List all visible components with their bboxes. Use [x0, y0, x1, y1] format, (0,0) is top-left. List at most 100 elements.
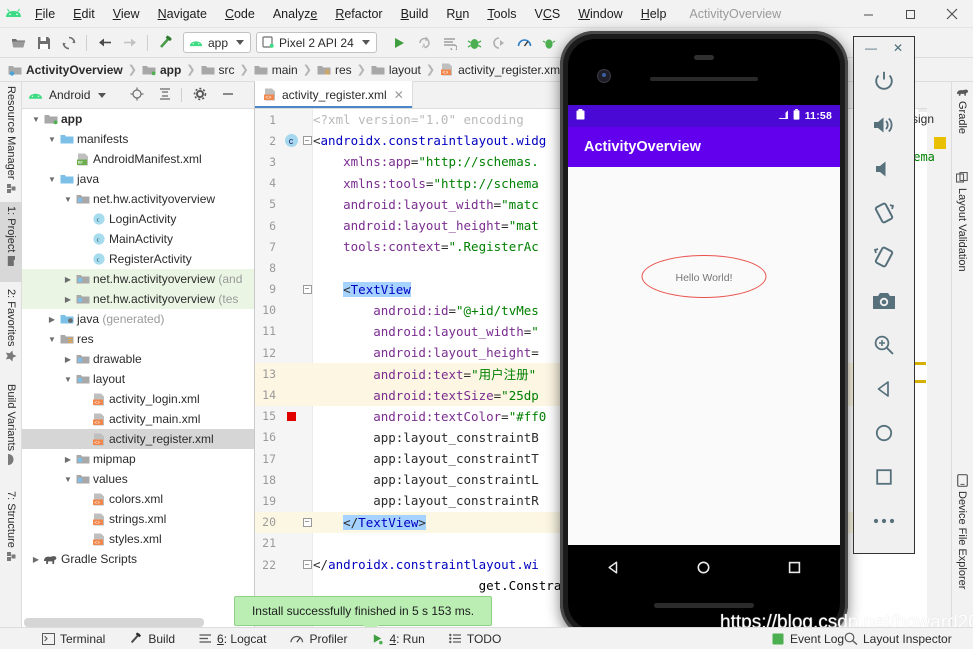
menu-refactor[interactable]: Refactor: [326, 0, 391, 28]
tree-row[interactable]: <> styles.xml: [22, 529, 254, 549]
menu-tools[interactable]: Tools: [478, 0, 525, 28]
tree-expand-arrow[interactable]: ▶: [62, 455, 74, 464]
tree-expand-arrow[interactable]: ▼: [46, 175, 58, 184]
back-triangle-icon[interactable]: [606, 560, 621, 578]
status-item-profiler[interactable]: Profiler: [278, 632, 359, 646]
project-tree[interactable]: ▼ app ▼ manifests MF AndroidManifest.xml ▼ java…: [22, 109, 254, 613]
profiler-icon[interactable]: [512, 30, 537, 56]
sidebar-item-device-file-explorer[interactable]: Device File Explorer: [951, 470, 973, 620]
tree-expand-arrow[interactable]: ▶: [62, 355, 74, 364]
tree-row[interactable]: ▼ manifests: [22, 129, 254, 149]
status-item-todo[interactable]: TODO: [437, 632, 513, 646]
sidebar-item-gradle[interactable]: Gradle: [951, 84, 973, 158]
collapse-all-icon[interactable]: [158, 87, 172, 104]
code-fold-toggle[interactable]: −: [302, 284, 312, 294]
locate-icon[interactable]: [130, 87, 144, 104]
tree-row[interactable]: <> activity_login.xml: [22, 389, 254, 409]
emulator-device-frame[interactable]: 11:58 ActivityOverview Hello World!: [560, 31, 848, 638]
sidebar-item-resource-manager[interactable]: Resource Manager: [0, 82, 22, 200]
tree-row[interactable]: ▼ layout: [22, 369, 254, 389]
breadcrumb-item-layout[interactable]: layout: [371, 63, 421, 77]
menu-analyze[interactable]: Analyze: [264, 0, 326, 28]
menu-help[interactable]: Help: [632, 0, 676, 28]
breadcrumb-item-src[interactable]: src: [201, 63, 235, 77]
tree-row[interactable]: c RegisterActivity: [22, 249, 254, 269]
device-selector[interactable]: Pixel 2 API 24: [256, 32, 377, 53]
maximize-button[interactable]: [889, 0, 931, 28]
tree-expand-arrow[interactable]: ▼: [62, 475, 74, 484]
code-fold-toggle[interactable]: −: [302, 136, 312, 146]
status-item-logcat[interactable]: 6: Logcat: [187, 632, 278, 646]
status-item-run[interactable]: 4: Run: [359, 632, 436, 646]
emulator-close-button[interactable]: ✕: [893, 41, 903, 55]
tree-row[interactable]: c LoginActivity: [22, 209, 254, 229]
tree-row[interactable]: <> strings.xml: [22, 509, 254, 529]
tree-expand-arrow[interactable]: ▼: [62, 375, 74, 384]
tree-row[interactable]: ▼ app: [22, 109, 254, 129]
more-ellipsis-icon[interactable]: [853, 499, 915, 543]
module-selector[interactable]: app: [183, 32, 252, 53]
sidebar-item-favorites[interactable]: 2: Favorites: [0, 285, 22, 377]
rerun-icon[interactable]: [437, 30, 462, 56]
menu-vcs[interactable]: VCS: [526, 0, 570, 28]
menu-navigate[interactable]: Navigate: [149, 0, 216, 28]
menu-build[interactable]: Build: [392, 0, 438, 28]
emulator-minimize-button[interactable]: —: [865, 41, 877, 55]
tree-row[interactable]: ▼ values: [22, 469, 254, 489]
tree-row[interactable]: ▶ mipmap: [22, 449, 254, 469]
tree-row[interactable]: <> activity_main.xml: [22, 409, 254, 429]
breadcrumb-item-res[interactable]: res: [317, 63, 352, 77]
breakpoint-icon[interactable]: [286, 411, 296, 421]
warning-marker-2[interactable]: [915, 380, 926, 383]
app-content-area[interactable]: Hello World!: [568, 167, 840, 545]
close-button[interactable]: [931, 0, 973, 28]
forward-arrow-icon[interactable]: [117, 30, 142, 56]
tree-expand-arrow[interactable]: ▶: [62, 295, 74, 304]
menu-edit[interactable]: Edit: [64, 0, 104, 28]
sidebar-item-build-variants[interactable]: Build Variants: [0, 380, 22, 484]
overview-square-icon-2[interactable]: [853, 455, 915, 499]
back-triangle-icon-2[interactable]: [853, 367, 915, 411]
status-item-terminal[interactable]: Terminal: [30, 632, 117, 646]
editor-marker-track[interactable]: [914, 109, 927, 627]
android-navigation-bar[interactable]: [568, 545, 840, 593]
status-item-build[interactable]: Build: [117, 632, 187, 646]
hide-icon[interactable]: [221, 87, 235, 104]
save-icon[interactable]: [31, 30, 56, 56]
tree-expand-arrow[interactable]: ▼: [62, 195, 74, 204]
home-circle-icon[interactable]: [696, 560, 711, 578]
tree-expand-arrow[interactable]: ▼: [46, 335, 58, 344]
tree-expand-arrow[interactable]: ▼: [30, 115, 42, 124]
breadcrumb-item-project[interactable]: ActivityOverview: [8, 63, 123, 77]
overview-square-icon[interactable]: [787, 560, 802, 578]
profile-run-icon[interactable]: [537, 30, 562, 56]
tree-row[interactable]: MF AndroidManifest.xml: [22, 149, 254, 169]
close-icon[interactable]: ✕: [394, 88, 404, 102]
menu-file[interactable]: FFileile: [26, 0, 64, 28]
screenshot-camera-icon[interactable]: [853, 279, 915, 323]
rotate-right-icon[interactable]: [853, 235, 915, 279]
tree-row[interactable]: ▼ res: [22, 329, 254, 349]
class-badge-icon[interactable]: c: [284, 134, 298, 148]
breadcrumb-item-main[interactable]: main: [254, 63, 298, 77]
sidebar-item-project[interactable]: 1: Project: [0, 202, 22, 282]
volume-up-icon[interactable]: [853, 103, 915, 147]
tree-expand-arrow[interactable]: ▼: [46, 135, 58, 144]
warning-marker-1[interactable]: [915, 362, 926, 365]
emulator-screen[interactable]: 11:58 ActivityOverview Hello World!: [568, 105, 840, 545]
tree-row[interactable]: ▶ net.hw.activityoverview (and: [22, 269, 254, 289]
home-circle-icon-2[interactable]: [853, 411, 915, 455]
menu-code[interactable]: Code: [216, 0, 264, 28]
status-item-layout-inspector[interactable]: Layout Inspector: [832, 632, 964, 646]
breadcrumb-item-file[interactable]: <> activity_register.xml: [440, 63, 563, 77]
tree-row[interactable]: ▼ java: [22, 169, 254, 189]
tree-expand-arrow[interactable]: ▶: [46, 315, 58, 324]
tree-row[interactable]: ▼ net.hw.activityoverview: [22, 189, 254, 209]
tree-expand-arrow[interactable]: ▶: [30, 555, 42, 564]
rotate-left-icon[interactable]: [853, 191, 915, 235]
tree-row[interactable]: <> colors.xml: [22, 489, 254, 509]
open-folder-icon[interactable]: [6, 30, 31, 56]
sync-icon[interactable]: [56, 30, 81, 56]
menu-run[interactable]: Run: [437, 0, 478, 28]
minimize-button[interactable]: [847, 0, 889, 28]
